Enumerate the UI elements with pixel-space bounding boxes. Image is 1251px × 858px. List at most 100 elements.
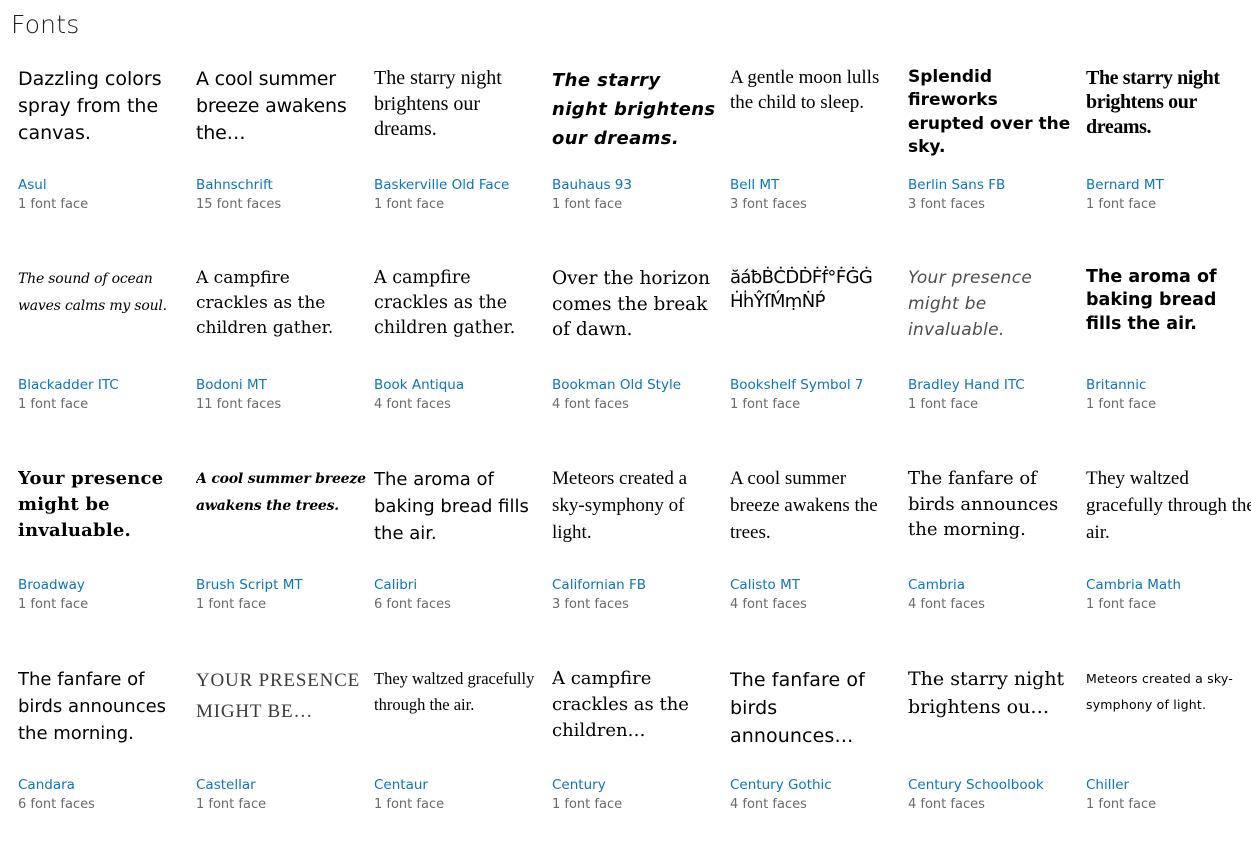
font-face-count: 4 font faces bbox=[374, 397, 451, 412]
font-tile[interactable]: Your presence might be invaluable. Bradle… bbox=[908, 258, 1078, 458]
font-name-link[interactable]: Chiller bbox=[1086, 776, 1251, 795]
font-tile[interactable]: A campfire crackles as the children gath… bbox=[196, 258, 366, 458]
font-tile[interactable]: The fanfare of birds announces… Century G… bbox=[730, 658, 900, 858]
font-tile[interactable]: A cool summer breeze awakens the trees. B… bbox=[196, 458, 366, 658]
font-preview-text: The starry night brightens our dreams. bbox=[374, 67, 502, 141]
font-name-link[interactable]: Brush Script MT bbox=[196, 576, 366, 595]
font-name-link[interactable]: Asul bbox=[18, 176, 188, 195]
font-name-link[interactable]: Californian FB bbox=[552, 576, 722, 595]
font-face-count: 4 font faces bbox=[908, 797, 985, 812]
font-name-link[interactable]: Calibri bbox=[374, 576, 544, 595]
font-name-link[interactable]: Century bbox=[552, 776, 722, 795]
font-name-link[interactable]: Cambria bbox=[908, 576, 1078, 595]
font-face-count: 1 font face bbox=[730, 397, 801, 412]
font-tile[interactable]: The aroma of baking bread fills the air.… bbox=[374, 458, 544, 658]
font-tile[interactable]: The starry night brightens our dreams. Be… bbox=[1086, 58, 1251, 258]
font-grid: Dazzling colors spray from the canvas. As… bbox=[0, 58, 1251, 858]
font-face-count: 15 font faces bbox=[196, 197, 282, 212]
font-tile-meta: Bell MT 3 font faces bbox=[730, 176, 900, 215]
font-tile-meta: Bookman Old Style 4 font faces bbox=[552, 376, 722, 415]
font-tile[interactable]: The fanfare of birds announces the morni… bbox=[908, 458, 1078, 658]
font-name-link[interactable]: Bauhaus 93 bbox=[552, 176, 722, 195]
font-face-count: 1 font face bbox=[374, 797, 445, 812]
font-preview-text: The fanfare of birds announces… bbox=[730, 669, 865, 748]
font-tile[interactable]: A campfire crackles as the children… Cent… bbox=[552, 658, 722, 858]
font-preview-text: YOUR PRESENCE MIGHT BE… bbox=[196, 670, 361, 722]
font-name-link[interactable]: Berlin Sans FB bbox=[908, 176, 1078, 195]
font-face-count: 4 font faces bbox=[908, 597, 985, 612]
font-name-link[interactable]: Bradley Hand ITC bbox=[908, 376, 1078, 395]
font-name-link[interactable]: Blackadder ITC bbox=[18, 376, 188, 395]
font-face-count: 3 font faces bbox=[730, 197, 807, 212]
font-face-count: 1 font face bbox=[552, 797, 623, 812]
font-preview-text: The aroma of baking bread fills the air. bbox=[1086, 267, 1217, 334]
font-preview-text: Meteors created a sky-symphony of light. bbox=[552, 468, 688, 543]
font-name-link[interactable]: Bernard MT bbox=[1086, 176, 1251, 195]
font-name-link[interactable]: Calisto MT bbox=[730, 576, 900, 595]
font-name-link[interactable]: Bodoni MT bbox=[196, 376, 366, 395]
font-tile[interactable]: Meteors created a sky-symphony of light.… bbox=[552, 458, 722, 658]
font-face-count: 4 font faces bbox=[730, 797, 807, 812]
font-tile[interactable]: A campfire crackles as the children gath… bbox=[374, 258, 544, 458]
font-name-link[interactable]: Baskerville Old Face bbox=[374, 176, 544, 195]
font-face-count: 1 font face bbox=[908, 397, 979, 412]
font-name-link[interactable]: Book Antiqua bbox=[374, 376, 544, 395]
font-name-link[interactable]: Centaur bbox=[374, 776, 544, 795]
font-face-count: 1 font face bbox=[1086, 397, 1157, 412]
font-tile[interactable]: A gentle moon lulls the child to sleep. B… bbox=[730, 58, 900, 258]
font-face-count: 4 font faces bbox=[552, 397, 629, 412]
font-tile-meta: Centaur 1 font face bbox=[374, 776, 544, 815]
font-face-count: 1 font face bbox=[196, 797, 267, 812]
font-tile[interactable]: The starry night brightens ou… Century Sc… bbox=[908, 658, 1078, 858]
font-preview-text: ăáƀḂĊḊḊḞḟ°ḞĠĠ ḢḣŶſḾṃṄṔ bbox=[730, 267, 873, 312]
font-tile-meta: Bookshelf Symbol 7 1 font face bbox=[730, 376, 900, 415]
font-name-link[interactable]: Bahnschrift bbox=[196, 176, 366, 195]
font-tile[interactable]: Meteors created a sky-symphony of light.… bbox=[1086, 658, 1251, 858]
font-tile[interactable]: Over the horizon comes the break of dawn… bbox=[552, 258, 722, 458]
font-tile-meta: Bahnschrift 15 font faces bbox=[196, 176, 366, 215]
font-tile[interactable]: YOUR PRESENCE MIGHT BE… Castellar 1 font f… bbox=[196, 658, 366, 858]
font-name-link[interactable]: Cambria Math bbox=[1086, 576, 1251, 595]
font-face-count: 1 font face bbox=[374, 197, 445, 212]
font-tile[interactable]: Dazzling colors spray from the canvas. As… bbox=[18, 58, 188, 258]
font-name-link[interactable]: Britannic bbox=[1086, 376, 1251, 395]
font-tile[interactable]: The fanfare of birds announces the morni… bbox=[18, 658, 188, 858]
font-name-link[interactable]: Century Gothic bbox=[730, 776, 900, 795]
font-tile-meta: Asul 1 font face bbox=[18, 176, 188, 215]
font-tile[interactable]: Splendid fireworks erupted over the sky.… bbox=[908, 58, 1078, 258]
font-face-count: 1 font face bbox=[1086, 597, 1157, 612]
fonts-settings-page: Fonts Dazzling colors spray from the can… bbox=[0, 0, 1251, 827]
font-tile[interactable]: They waltzed gracefully through the air.… bbox=[374, 658, 544, 858]
font-tile-meta: Californian FB 3 font faces bbox=[552, 576, 722, 615]
font-preview-text: Splendid fireworks erupted over the sky. bbox=[908, 67, 1071, 158]
page-title: Fonts bbox=[11, 10, 80, 39]
font-tile-meta: Baskerville Old Face 1 font face bbox=[374, 176, 544, 215]
font-tile-meta: Bodoni MT 11 font faces bbox=[196, 376, 366, 415]
font-name-link[interactable]: Century Schoolbook bbox=[908, 776, 1078, 795]
font-preview-text: Over the horizon comes the break of dawn… bbox=[552, 268, 711, 341]
font-tile[interactable]: They waltzed gracefully through the air.… bbox=[1086, 458, 1251, 658]
font-tile-meta: Century Gothic 4 font faces bbox=[730, 776, 900, 815]
font-tile[interactable]: A cool summer breeze awakens the… Bahnsch… bbox=[196, 58, 366, 258]
font-preview-text: A cool summer breeze awakens the trees. bbox=[730, 468, 878, 543]
font-name-link[interactable]: Castellar bbox=[196, 776, 366, 795]
font-preview-text: The starry night brightens ou… bbox=[908, 668, 1065, 718]
font-face-count: 3 font faces bbox=[908, 197, 985, 212]
font-tile[interactable]: The starry night brightens our dreams. Ba… bbox=[552, 58, 722, 258]
font-name-link[interactable]: Bookshelf Symbol 7 bbox=[730, 376, 900, 395]
font-tile[interactable]: The aroma of baking bread fills the air.… bbox=[1086, 258, 1251, 458]
font-tile[interactable]: A cool summer breeze awakens the trees. C… bbox=[730, 458, 900, 658]
font-name-link[interactable]: Bell MT bbox=[730, 176, 900, 195]
font-name-link[interactable]: Candara bbox=[18, 776, 188, 795]
font-name-link[interactable]: Broadway bbox=[18, 576, 188, 595]
font-preview-text: Your presence might be invaluable. bbox=[18, 468, 164, 542]
font-preview-text: They waltzed gracefully through the air. bbox=[374, 669, 535, 715]
font-tile-meta: Bradley Hand ITC 1 font face bbox=[908, 376, 1078, 415]
font-preview-text: A campfire crackles as the children gath… bbox=[374, 268, 516, 338]
font-tile[interactable]: ăáƀḂĊḊḊḞḟ°ḞĠĠ ḢḣŶſḾṃṄṔ Bookshelf Symbol 7… bbox=[730, 258, 900, 458]
font-name-link[interactable]: Bookman Old Style bbox=[552, 376, 722, 395]
font-tile[interactable]: Your presence might be invaluable. Broadw… bbox=[18, 458, 188, 658]
font-tile[interactable]: The sound of ocean waves calms my soul. B… bbox=[18, 258, 188, 458]
font-tile-meta: Candara 6 font faces bbox=[18, 776, 188, 815]
font-tile[interactable]: The starry night brightens our dreams. Ba… bbox=[374, 58, 544, 258]
